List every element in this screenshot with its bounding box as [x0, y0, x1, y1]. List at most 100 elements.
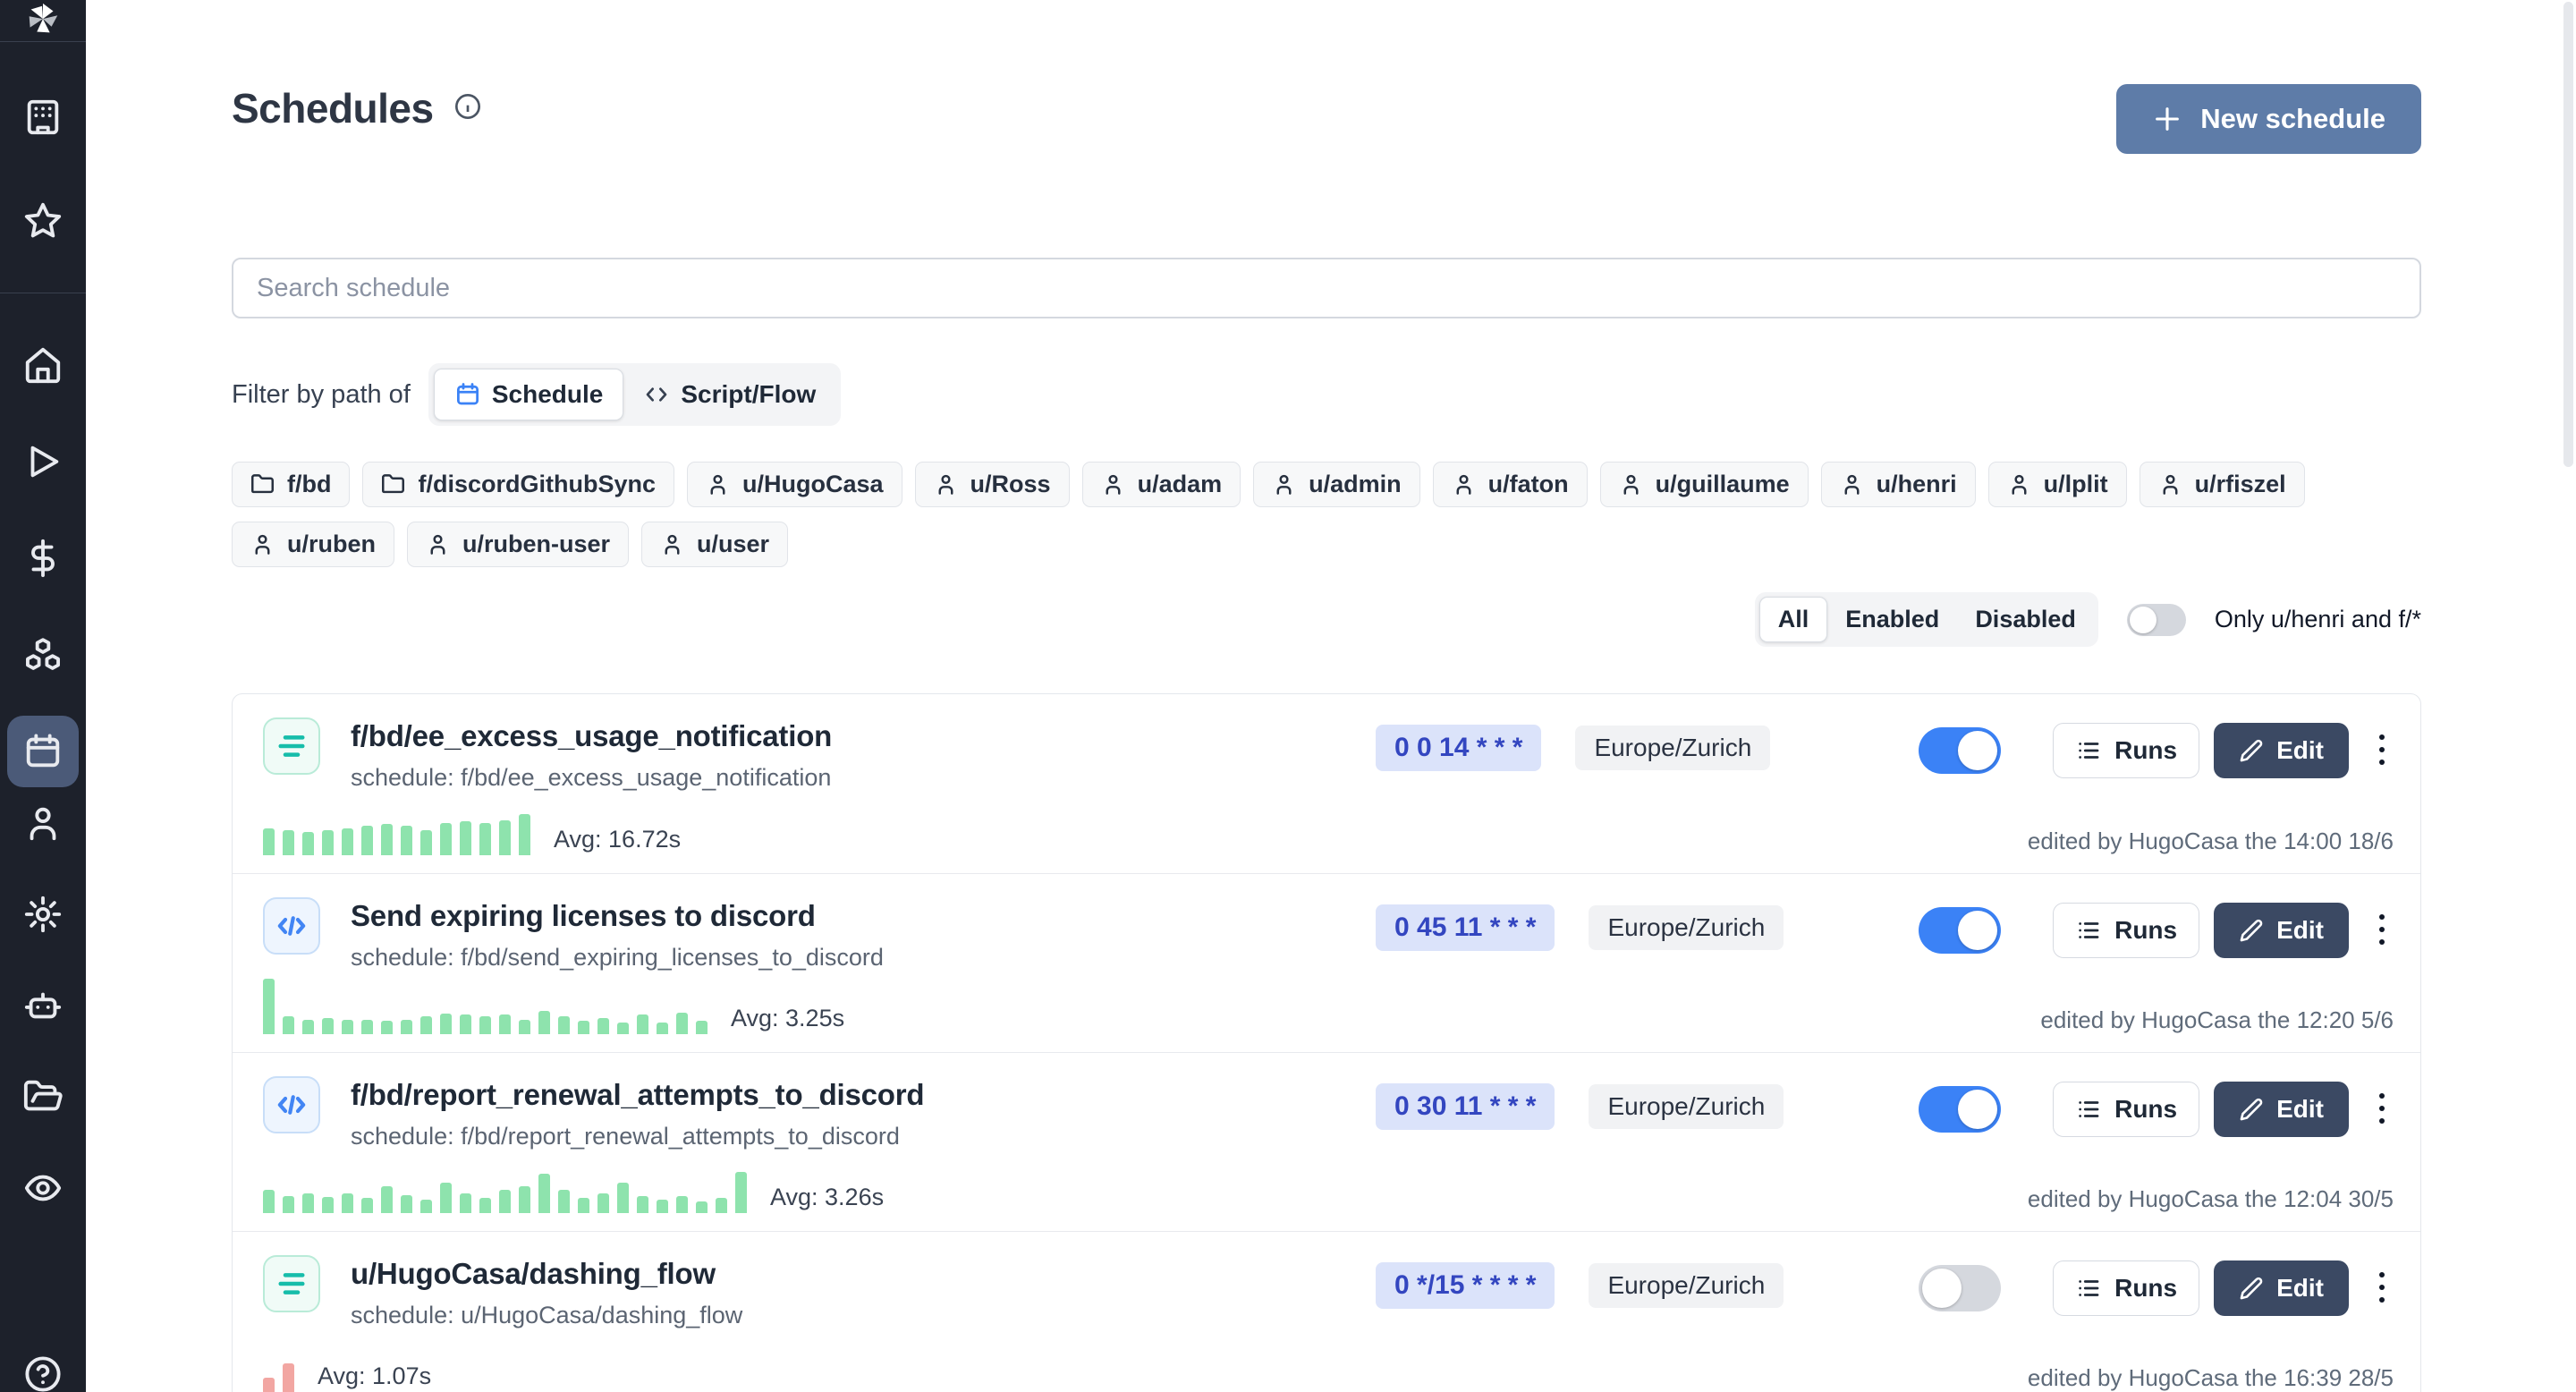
run-duration-bar[interactable]: [420, 1016, 432, 1034]
schedule-path[interactable]: Send expiring licenses to discord: [351, 899, 1376, 933]
run-duration-bar[interactable]: [519, 1186, 530, 1213]
schedule-enabled-toggle[interactable]: [1919, 1086, 2001, 1133]
path-chip[interactable]: u/faton: [1433, 462, 1588, 507]
run-duration-bar[interactable]: [283, 830, 294, 855]
run-duration-bar[interactable]: [342, 828, 353, 855]
scrollbar[interactable]: [2563, 2, 2573, 467]
path-chip[interactable]: u/guillaume: [1600, 462, 1809, 507]
run-duration-bar[interactable]: [420, 830, 432, 855]
schedule-enabled-toggle[interactable]: [1919, 1265, 2001, 1311]
runs-sparkline[interactable]: [263, 1333, 294, 1392]
run-duration-bar[interactable]: [401, 826, 412, 855]
path-chip[interactable]: u/Ross: [915, 462, 1070, 507]
run-duration-bar[interactable]: [263, 828, 275, 855]
run-duration-bar[interactable]: [657, 1200, 668, 1213]
run-duration-bar[interactable]: [263, 979, 275, 1034]
run-duration-bar[interactable]: [283, 1016, 294, 1034]
runs-sparkline[interactable]: [263, 796, 530, 855]
run-duration-bar[interactable]: [322, 830, 334, 855]
run-duration-bar[interactable]: [519, 814, 530, 855]
run-duration-bar[interactable]: [401, 1195, 412, 1213]
only-henri-toggle[interactable]: [2127, 604, 2186, 636]
run-duration-bar[interactable]: [302, 832, 314, 855]
run-duration-bar[interactable]: [322, 1197, 334, 1213]
run-duration-bar[interactable]: [342, 1193, 353, 1213]
run-duration-bar[interactable]: [735, 1172, 747, 1213]
edit-button[interactable]: Edit: [2214, 903, 2349, 958]
kebab-menu-button[interactable]: [2370, 1264, 2394, 1313]
folders-icon[interactable]: [7, 1061, 79, 1133]
edit-button[interactable]: Edit: [2214, 1260, 2349, 1316]
path-chip[interactable]: u/admin: [1253, 462, 1420, 507]
path-chip[interactable]: u/user: [641, 522, 788, 567]
run-duration-bar[interactable]: [381, 824, 393, 855]
run-duration-bar[interactable]: [578, 1198, 589, 1213]
path-chip[interactable]: u/rfiszel: [2140, 462, 2305, 507]
run-duration-bar[interactable]: [440, 1183, 452, 1213]
schedules-calendar-icon[interactable]: [7, 716, 79, 787]
run-duration-bar[interactable]: [420, 1200, 432, 1213]
run-duration-bar[interactable]: [479, 1016, 491, 1034]
run-duration-bar[interactable]: [499, 1014, 511, 1034]
schedule-row[interactable]: f/bd/report_renewal_attempts_to_discord …: [233, 1052, 2420, 1231]
run-duration-bar[interactable]: [637, 1196, 648, 1213]
run-duration-bar[interactable]: [696, 1021, 708, 1034]
run-duration-bar[interactable]: [283, 1363, 294, 1392]
path-chip[interactable]: u/adam: [1082, 462, 1241, 507]
runs-button[interactable]: Runs: [2053, 903, 2199, 958]
usage-dollar-icon[interactable]: [7, 522, 79, 594]
tab-disabled[interactable]: Disabled: [1957, 598, 2094, 641]
search-input[interactable]: [232, 258, 2421, 318]
kebab-menu-button[interactable]: [2370, 1085, 2394, 1134]
run-duration-bar[interactable]: [499, 820, 511, 855]
run-duration-bar[interactable]: [538, 1174, 550, 1213]
path-chip[interactable]: u/ruben-user: [407, 522, 629, 567]
run-duration-bar[interactable]: [361, 1198, 373, 1213]
schedule-enabled-toggle[interactable]: [1919, 727, 2001, 774]
help-icon[interactable]: [7, 1338, 79, 1392]
run-duration-bar[interactable]: [381, 1186, 393, 1213]
path-chip[interactable]: u/HugoCasa: [687, 462, 902, 507]
path-chip[interactable]: u/lplit: [1988, 462, 2127, 507]
tab-scriptflow-path[interactable]: Script/Flow: [623, 369, 835, 420]
run-duration-bar[interactable]: [440, 1014, 452, 1034]
run-duration-bar[interactable]: [361, 1020, 373, 1034]
run-duration-bar[interactable]: [479, 823, 491, 855]
kebab-menu-button[interactable]: [2370, 906, 2394, 955]
run-duration-bar[interactable]: [637, 1014, 648, 1034]
run-duration-bar[interactable]: [302, 1020, 314, 1034]
run-duration-bar[interactable]: [617, 1023, 629, 1034]
run-duration-bar[interactable]: [460, 1014, 471, 1034]
tab-all[interactable]: All: [1759, 597, 1828, 642]
run-duration-bar[interactable]: [696, 1201, 708, 1213]
run-duration-bar[interactable]: [479, 1198, 491, 1213]
tab-schedule-path[interactable]: Schedule: [434, 369, 623, 420]
run-duration-bar[interactable]: [538, 1011, 550, 1034]
run-duration-bar[interactable]: [617, 1183, 629, 1213]
schedule-row[interactable]: Send expiring licenses to discord schedu…: [233, 873, 2420, 1052]
tab-enabled[interactable]: Enabled: [1827, 598, 1957, 641]
run-duration-bar[interactable]: [519, 1020, 530, 1034]
runs-button[interactable]: Runs: [2053, 723, 2199, 778]
run-duration-bar[interactable]: [558, 1016, 570, 1034]
run-duration-bar[interactable]: [657, 1023, 668, 1034]
settings-gear-icon[interactable]: [7, 878, 79, 950]
run-duration-bar[interactable]: [263, 1378, 275, 1392]
run-duration-bar[interactable]: [597, 1193, 609, 1213]
workers-robot-icon[interactable]: [7, 970, 79, 1041]
runs-sparkline[interactable]: [263, 975, 708, 1034]
run-duration-bar[interactable]: [381, 1021, 393, 1034]
home-icon[interactable]: [7, 329, 79, 401]
path-chip[interactable]: f/bd: [232, 462, 350, 507]
run-duration-bar[interactable]: [460, 821, 471, 855]
new-schedule-button[interactable]: New schedule: [2116, 84, 2421, 154]
edit-button[interactable]: Edit: [2214, 1082, 2349, 1137]
runs-button[interactable]: Runs: [2053, 1260, 2199, 1316]
run-duration-bar[interactable]: [283, 1196, 294, 1213]
run-duration-bar[interactable]: [558, 1190, 570, 1213]
audit-eye-icon[interactable]: [7, 1152, 79, 1224]
schedule-enabled-toggle[interactable]: [1919, 907, 2001, 954]
favorites-star-icon[interactable]: [7, 185, 79, 257]
run-duration-bar[interactable]: [676, 1196, 688, 1213]
run-duration-bar[interactable]: [578, 1021, 589, 1034]
